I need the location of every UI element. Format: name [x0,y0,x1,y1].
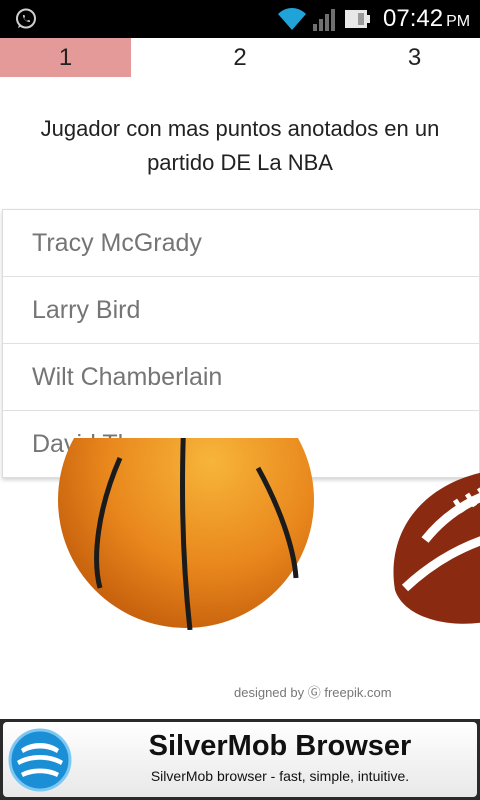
battery-icon [345,10,370,28]
question-text: Jugador con mas puntos anotados en un pa… [40,116,440,175]
tab-2[interactable]: 2 [131,38,349,77]
ad-banner[interactable]: SilverMob Browser SilverMob browser - fa… [0,719,480,800]
ad-title: SilverMob Browser [148,730,412,762]
tab-1[interactable]: 1 [0,38,131,77]
basketball-image [58,438,314,630]
answer-option-1[interactable]: Tracy McGrady [3,210,479,277]
answer-option-3[interactable]: Wilt Chamberlain [3,344,479,411]
ad-subtitle: SilverMob browser - fast, simple, intuit… [150,768,410,784]
whatsapp-icon [16,8,36,29]
silvermob-logo-icon [8,728,72,792]
answer-option-2[interactable]: Larry Bird [3,277,479,344]
clock-time: 07:42 [383,5,444,32]
question-tabs: 1 2 3 [0,38,480,77]
ad-content[interactable]: SilverMob Browser SilverMob browser - fa… [3,722,477,797]
tab-3[interactable]: 3 [349,38,480,77]
signal-icon [313,9,335,31]
clock-ampm: PM [446,13,471,30]
app-screen: 07:42 PM 1 2 3 Jugador con mas puntos ano… [0,0,480,800]
football-image [393,472,480,624]
wifi-icon [278,8,306,30]
status-bar: 07:42 PM [0,0,480,38]
clock: 07:42 PM [383,5,470,33]
image-credit: designed by Ⓖ freepik.com [234,685,392,700]
